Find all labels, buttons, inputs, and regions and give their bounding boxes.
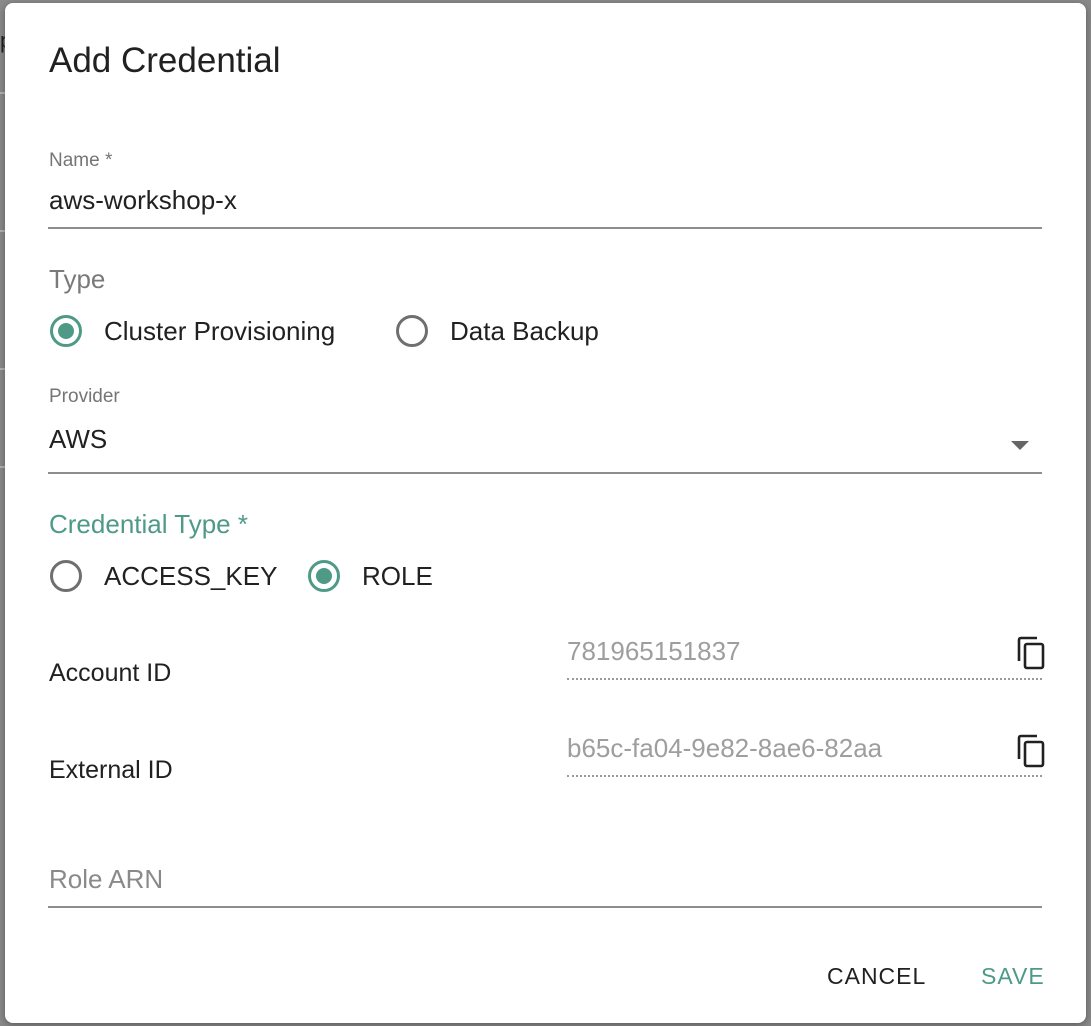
radio-data-backup[interactable] xyxy=(396,315,428,347)
copy-icon xyxy=(1017,734,1045,768)
dropdown-arrow-icon[interactable] xyxy=(1011,441,1029,450)
role-arn-input[interactable]: Role ARN xyxy=(49,861,1042,905)
provider-label: Provider xyxy=(49,386,120,407)
radio-selected-dot xyxy=(58,323,74,339)
name-input[interactable]: aws-workshop-x xyxy=(49,185,1042,216)
dialog-title: Add Credential xyxy=(49,41,281,80)
radio-data-backup-label[interactable]: Data Backup xyxy=(450,316,599,347)
account-id-value: 781965151837 xyxy=(567,636,741,666)
radio-cluster-provisioning-label[interactable]: Cluster Provisioning xyxy=(104,316,335,347)
save-button[interactable]: SAVE xyxy=(981,963,1045,990)
radio-access-key[interactable] xyxy=(50,560,82,592)
provider-select[interactable]: AWS xyxy=(49,421,1042,467)
external-id-value: b65c-fa04-9e82-8ae6-82aa xyxy=(567,733,883,763)
role-arn-placeholder: Role ARN xyxy=(49,864,164,894)
copy-account-id-button[interactable] xyxy=(1016,636,1046,670)
provider-selected-value: AWS xyxy=(49,424,108,454)
name-field-label: Name * xyxy=(49,150,113,171)
provider-select-underline xyxy=(48,472,1042,474)
account-id-label: Account ID xyxy=(49,659,172,687)
type-label: Type xyxy=(49,264,106,294)
external-id-label: External ID xyxy=(49,756,173,784)
radio-access-key-label[interactable]: ACCESS_KEY xyxy=(104,561,277,592)
name-input-underline xyxy=(48,227,1042,229)
radio-selected-dot xyxy=(316,568,332,584)
radio-role-label[interactable]: ROLE xyxy=(362,561,433,592)
radio-cluster-provisioning[interactable] xyxy=(50,315,82,347)
copy-external-id-button[interactable] xyxy=(1016,734,1046,768)
radio-role[interactable] xyxy=(308,560,340,592)
role-arn-underline xyxy=(48,906,1042,908)
account-id-underline xyxy=(567,678,1042,680)
add-credential-dialog: Add Credential Name * aws-workshop-x Typ… xyxy=(5,3,1086,1023)
cancel-button[interactable]: CANCEL xyxy=(827,963,926,990)
credential-type-label: Credential Type * xyxy=(49,509,248,539)
copy-icon xyxy=(1017,636,1045,670)
external-id-underline xyxy=(567,775,1042,777)
